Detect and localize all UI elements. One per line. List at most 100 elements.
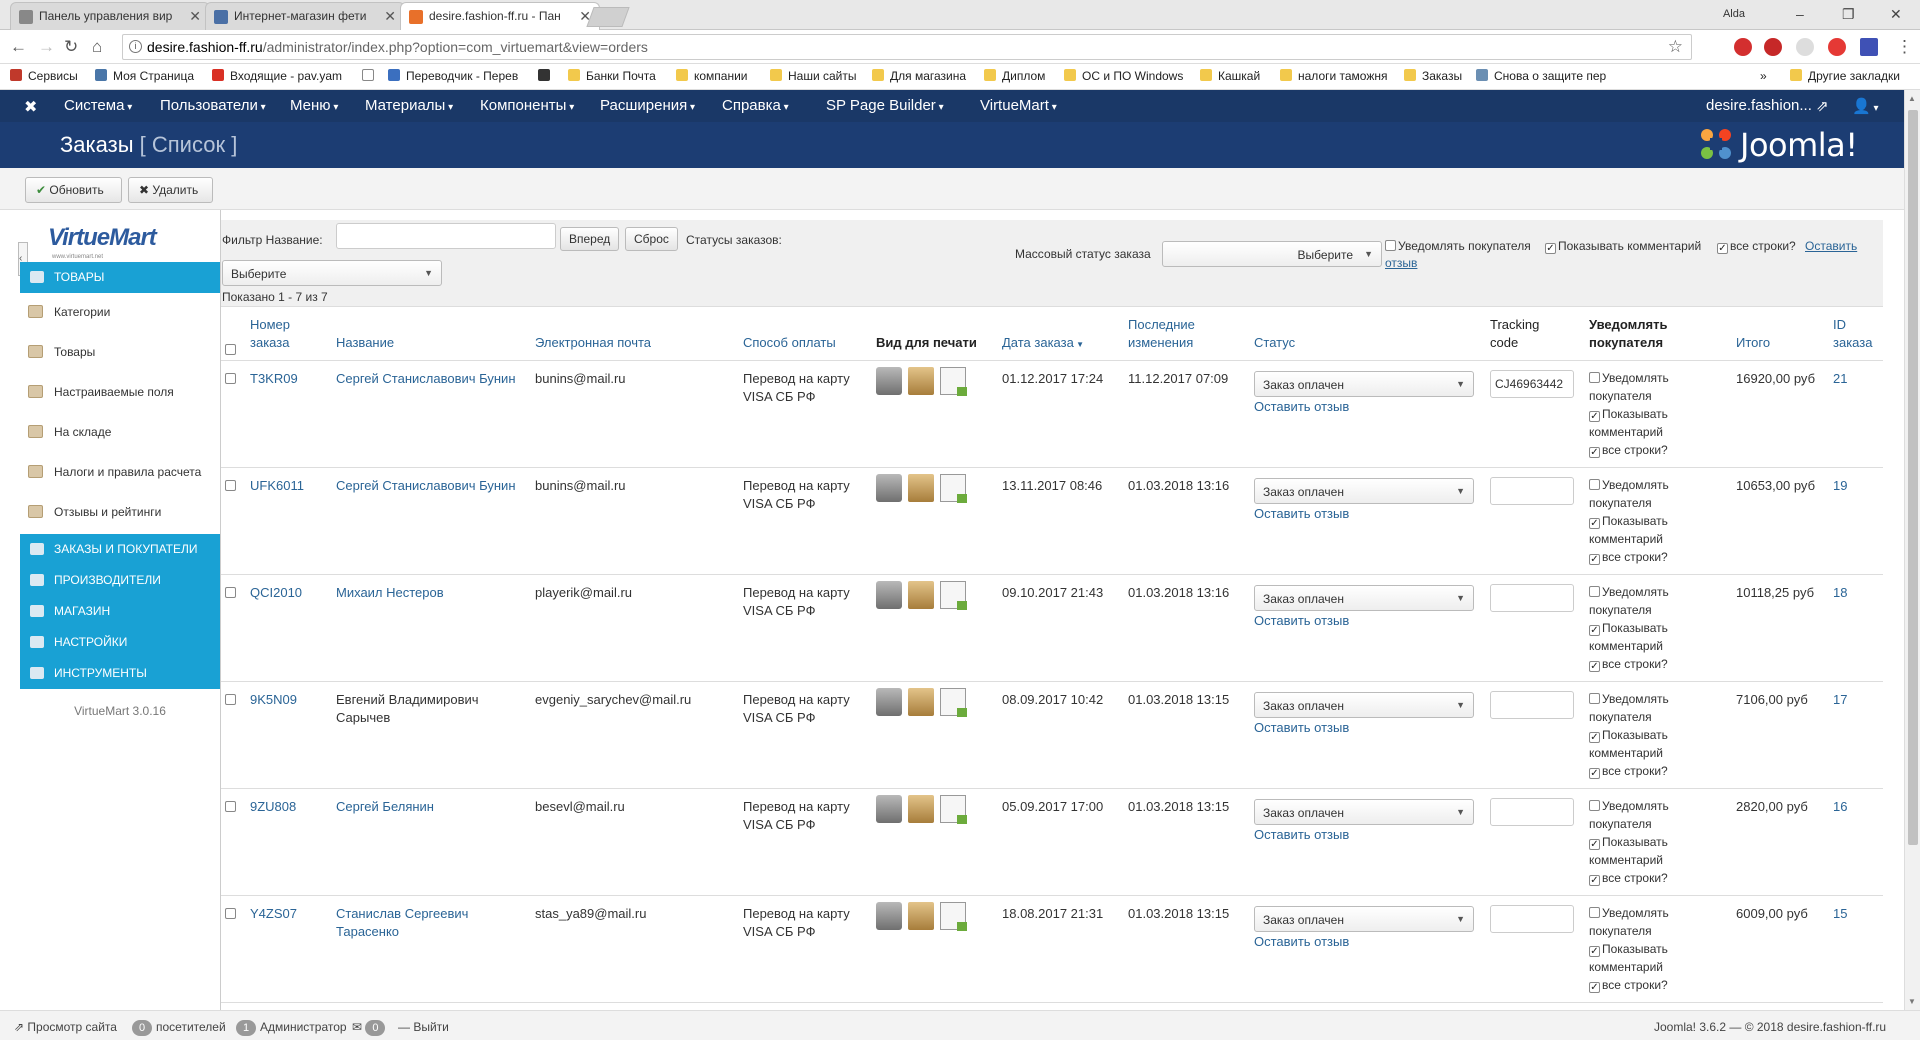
row-all-rows-checkbox[interactable]: ✓ все строки? [1589,762,1699,780]
bookmark-folder-shop[interactable]: Для магазина [872,69,966,83]
col-header-total[interactable]: Итого [1736,334,1770,352]
filter-name-input[interactable] [336,223,556,249]
browser-tab-3[interactable]: desire.fashion-ff.ru - Пан ✕ [400,2,600,31]
leave-review-link[interactable]: Оставить отзыв [1254,719,1349,737]
order-status-select[interactable]: Заказ оплачен ▼ [1254,799,1474,825]
adblock-extension-icon[interactable] [1764,38,1782,56]
leave-review-link[interactable]: Оставить отзыв [1254,933,1349,951]
delete-button[interactable]: ✖ Удалить [128,177,213,203]
order-id-link[interactable]: 18 [1833,584,1847,602]
invoice-icon[interactable] [940,367,967,396]
tracking-code-input[interactable] [1490,905,1574,933]
row-notify-checkbox[interactable]: Уведомлять [1589,904,1699,922]
home-icon[interactable]: ⌂ [92,37,102,57]
package-icon[interactable] [908,902,934,930]
opera-extension-icon[interactable] [1734,38,1752,56]
row-show-comment-checkbox[interactable]: ✓ Показывать [1589,726,1699,744]
row-select-checkbox[interactable] [225,480,236,491]
row-all-rows-checkbox[interactable]: ✓ все строки? [1589,976,1699,994]
bookmark-other[interactable]: Другие закладки [1790,69,1900,83]
site-info-icon[interactable]: i [129,40,142,53]
order-id-link[interactable]: 16 [1833,798,1847,816]
invoice-icon[interactable] [940,688,967,717]
order-status-select[interactable]: Заказ оплачен ▼ [1254,371,1474,397]
invoice-icon[interactable] [940,474,967,503]
bookmark-folder-windows[interactable]: ОС и ПО Windows [1064,69,1183,83]
tracking-code-input[interactable] [1490,798,1574,826]
menu-content[interactable]: Материалы [365,97,453,114]
row-show-comment-checkbox[interactable]: ✓ Показывать [1589,405,1699,423]
sidebar-head-products[interactable]: ТОВАРЫ [20,262,220,293]
leave-review-link[interactable]: Оставить отзыв [1254,612,1349,630]
filter-go-button[interactable]: Вперед [560,227,620,251]
customer-name[interactable]: Сергей Станиславович Бунин [336,370,526,388]
bookmark-folder-sites[interactable]: Наши сайты [770,69,857,83]
menu-users[interactable]: Пользователи [160,97,266,114]
scroll-down-icon[interactable]: ▼ [1908,997,1916,1006]
menu-extensions[interactable]: Расширения [600,97,695,114]
forward-icon[interactable]: → [38,37,55,57]
reload-icon[interactable]: ↻ [64,37,78,57]
row-select-checkbox[interactable] [225,908,236,919]
bookmark-star-icon[interactable]: ☆ [1668,37,1683,57]
menu-virtuemart[interactable]: VirtueMart [980,97,1057,114]
order-status-select[interactable]: Заказ оплачен ▼ [1254,478,1474,504]
col-header-status[interactable]: Статус [1254,334,1295,352]
bookmark-folder-banks[interactable]: Банки Почта [568,69,656,83]
order-id-link[interactable]: 19 [1833,477,1847,495]
scrollbar-thumb[interactable] [1908,110,1918,845]
package-icon[interactable] [908,581,934,609]
invoice-icon[interactable] [940,902,967,931]
mass-status-select[interactable]: Выберите ▼ [1162,241,1382,267]
col-header-name[interactable]: Название [336,334,394,352]
customer-name[interactable]: Сергей Станиславович Бунин [336,477,526,495]
tracking-code-input[interactable] [1490,584,1574,612]
package-icon[interactable] [908,688,934,716]
tracking-code-input[interactable]: CJ46963442 [1490,370,1574,398]
close-tab-icon[interactable]: ✕ [384,8,396,25]
tracking-code-input[interactable] [1490,691,1574,719]
row-show-comment-checkbox[interactable]: ✓ Показывать [1589,940,1699,958]
mass-show-comment-checkbox[interactable]: ✓ Показывать комментарий [1545,239,1701,254]
bookmark-folder-orders[interactable]: Заказы [1404,69,1462,83]
mass-all-rows-checkbox[interactable]: ✓ все строки? [1717,239,1796,254]
pinterest-extension-icon[interactable] [1828,38,1846,56]
bookmark-translator[interactable]: Переводчик - Перев [388,69,518,83]
order-number-link[interactable]: 9K5N09 [250,691,297,709]
sidebar-head-manufacturers[interactable]: ПРОИЗВОДИТЕЛИ [20,565,220,596]
row-notify-checkbox[interactable]: Уведомлять [1589,690,1699,708]
order-id-link[interactable]: 17 [1833,691,1847,709]
menu-system[interactable]: Система [64,97,132,114]
sidebar-item-categories[interactable]: Категории [20,294,220,330]
back-icon[interactable]: ← [10,37,27,57]
sidebar-item-products[interactable]: Товары [20,334,220,370]
joomla-menu-icon[interactable]: ✖ [24,97,37,117]
order-number-link[interactable]: 9ZU808 [250,798,296,816]
order-number-link[interactable]: Y4ZS07 [250,905,297,923]
external-link-icon[interactable]: ⇗ [1816,97,1829,115]
bookmark-folder-taxes[interactable]: налоги таможня [1280,69,1388,83]
browser-menu-icon[interactable]: ⋮ [1896,37,1913,57]
print-icon[interactable] [876,795,902,823]
close-window-icon[interactable]: ✕ [1890,6,1902,23]
package-icon[interactable] [908,795,934,823]
bookmark-folder-companies[interactable]: компании [676,69,748,83]
bookmark-banks[interactable] [538,69,556,83]
mass-notify-checkbox[interactable]: Уведомлять покупателя [1385,239,1531,253]
row-notify-checkbox[interactable]: Уведомлять [1589,369,1699,387]
invoice-icon[interactable] [940,795,967,824]
user-menu-icon[interactable]: 👤 [1852,97,1879,115]
order-number-link[interactable]: UFK6011 [250,477,304,495]
print-icon[interactable] [876,902,902,930]
order-status-select[interactable]: Выберите ▼ [222,260,442,286]
refresh-button[interactable]: ✔ Обновить [25,177,122,203]
messages-count[interactable]: ✉ 0 [352,1020,389,1036]
bookmark-folder-diploma[interactable]: Диплом [984,69,1045,83]
leave-review-link[interactable]: Оставить отзыв [1254,826,1349,844]
row-all-rows-checkbox[interactable]: ✓ все строки? [1589,441,1699,459]
package-icon[interactable] [908,474,934,502]
sidebar-item-stock[interactable]: На складе [20,414,220,450]
bookmark-folder-qashqai[interactable]: Кашкай [1200,69,1260,83]
customer-name[interactable]: Сергей Белянин [336,798,526,816]
print-icon[interactable] [876,688,902,716]
